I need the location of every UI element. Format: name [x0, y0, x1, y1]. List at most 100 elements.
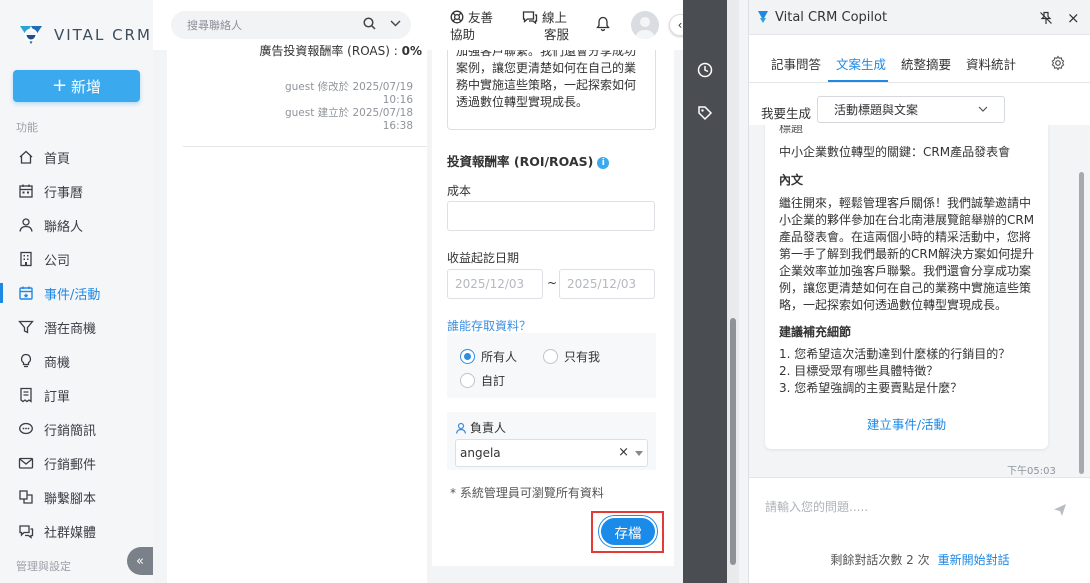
date-separator: ~ — [547, 276, 558, 290]
chevron-down-icon — [978, 106, 988, 112]
search-icon[interactable] — [363, 17, 376, 30]
sidebar-item-7[interactable]: 商機 — [0, 344, 153, 378]
sidebar-item-label: 事件/活動 — [44, 287, 101, 303]
cost-input[interactable] — [447, 201, 655, 231]
double-chevron-left-icon: « — [136, 553, 144, 569]
created-by: guest 建立於 2025/07/18 — [284, 107, 413, 119]
chat-area: 標題 中小企業數位轉型的關鍵：CRM產品發表會 內文 繼往開來，輕鬆管理客戶關係… — [749, 125, 1090, 477]
sidebar-item-label: 社群媒體 — [44, 525, 97, 541]
generate-type-select[interactable]: 活動標題與文案 — [817, 96, 1005, 123]
funnel-icon — [18, 319, 34, 335]
sidebar-item-11[interactable]: 聯繫腳本 — [0, 480, 153, 514]
sidebar-item-12[interactable]: 社群媒體 — [0, 514, 153, 548]
chevron-left-icon: ‹ — [677, 18, 683, 32]
owner-value: angela — [460, 446, 501, 460]
gear-icon[interactable] — [1050, 55, 1066, 71]
add-new-button[interactable]: + 新增 — [13, 70, 140, 102]
radio-everyone[interactable]: 所有人 — [460, 348, 517, 365]
description-text: 加強客戶聯繫。我們還會分享成功 案例，讓您更清楚如何在自己的業 務中實施這些策略，一… — [456, 50, 647, 111]
calendar-event-icon — [18, 285, 34, 301]
created-info: guest 建立於 2025/07/18 16:38 — [285, 107, 413, 133]
sidebar-item-label: 行銷簡訊 — [44, 423, 97, 439]
description-textarea[interactable]: 加強客戶聯繫。我們還會分享成功 案例，讓您更清楚如何在自己的業 務中實施這些策略，一… — [447, 50, 656, 130]
radio-only-me[interactable]: 只有我 — [543, 348, 600, 365]
sidebar-item-10[interactable]: 行銷郵件 — [0, 446, 153, 480]
sidebar-item-label: 行銷郵件 — [44, 457, 97, 473]
send-icon[interactable] — [1053, 503, 1067, 517]
msg-suggestion-line: 2. 目標受眾有哪些具體特徵？ — [779, 364, 939, 378]
lifebuoy-icon — [450, 10, 464, 24]
clear-owner-icon[interactable]: × — [618, 445, 629, 460]
modified-by: guest 修改於 2025/07/19 — [284, 81, 413, 93]
sidebar-item-9[interactable]: 行銷簡訊 — [0, 412, 153, 446]
msg-body-line: 產品發表會。在這兩個小時的精采活動中，您將 — [779, 230, 1032, 244]
roas-value: 0% — [401, 44, 422, 58]
system-admin-note: * 系統管理員可瀏覽所有資料 — [450, 486, 604, 500]
date-start-input[interactable]: 2025/12/03 — [447, 269, 543, 299]
chevron-down-icon[interactable] — [390, 17, 401, 30]
sidebar-item-3[interactable]: 聯絡人 — [0, 208, 153, 242]
brand-name: VITAL CRM — [54, 26, 152, 44]
add-new-label: 新增 — [71, 77, 102, 96]
sidebar-item-label: 行事曆 — [44, 185, 84, 201]
ai-message-card: 標題 中小企業數位轉型的關鍵：CRM產品發表會 內文 繼往開來，輕鬆管理客戶關係… — [765, 125, 1048, 449]
search-input[interactable] — [187, 18, 367, 32]
edit-form-panel: 加強客戶聯繫。我們還會分享成功 案例，讓您更清楚如何在自己的業 務中實施這些策略，一… — [432, 50, 674, 566]
roas-summary: 廣告投資報酬率 (ROAS) : 0% — [167, 42, 422, 59]
clock-icon[interactable] — [697, 62, 713, 78]
generate-type-value: 活動標題與文案 — [834, 103, 919, 117]
friendly-assist-link[interactable]: 友善 協助 — [450, 10, 493, 42]
sidebar-item-2[interactable]: 行事曆 — [0, 174, 153, 208]
contact-search[interactable] — [171, 11, 411, 39]
brand-logo[interactable]: VITAL CRM — [16, 22, 152, 48]
bell-icon[interactable] — [596, 16, 610, 32]
info-icon[interactable]: i — [597, 157, 610, 169]
tab-copywriting[interactable]: 文案生成 — [836, 54, 886, 73]
copilot-question-input[interactable] — [765, 500, 1045, 514]
chat-support-icon — [522, 11, 538, 24]
create-event-link[interactable]: 建立事件/活動 — [765, 414, 1048, 433]
msg-title-label: 標題 — [779, 125, 804, 135]
tab-statistics[interactable]: 資料統計 — [966, 54, 1016, 73]
msg-title-text: 中小企業數位轉型的關鍵：CRM產品發表會 — [779, 145, 1011, 159]
date-end-input[interactable]: 2025/12/03 — [559, 269, 655, 299]
avatar[interactable] — [631, 11, 659, 39]
person-icon — [455, 422, 467, 434]
owner-label: 負責人 — [455, 419, 506, 436]
vital-crm-logo-icon — [20, 26, 42, 44]
tag-icon[interactable] — [697, 105, 713, 121]
description-line: 透過數位轉型實現成長。 — [456, 95, 589, 109]
copilot-footer: 剩餘對話次數 2 次重新開始對話 — [749, 551, 1090, 568]
cost-label: 成本 — [447, 184, 472, 198]
restart-conversation-link[interactable]: 重新開始對話 — [938, 553, 1010, 567]
tab-summary[interactable]: 統整摘要 — [901, 54, 951, 73]
receipt-icon — [18, 387, 34, 403]
generate-label: 我要生成 — [761, 106, 812, 121]
created-time: 16:38 — [382, 120, 413, 132]
access-control-title[interactable]: 誰能存取資料？ — [447, 317, 531, 334]
unpin-icon[interactable] — [1039, 11, 1053, 25]
page-scrollbar-thumb[interactable] — [730, 318, 736, 565]
msg-body-line: 略，一起探索如何透過數位轉型實現成長。 — [779, 298, 1008, 312]
sidebar-item-4[interactable]: 公司 — [0, 242, 153, 276]
copilot-logo-icon — [758, 11, 768, 23]
radio-only-me-label: 只有我 — [564, 350, 601, 364]
close-icon[interactable]: × — [1067, 9, 1080, 27]
sidebar-item-8[interactable]: 訂單 — [0, 378, 153, 412]
sidebar-item-label: 訂單 — [44, 389, 71, 405]
sidebar-item-label: 聯絡人 — [44, 219, 84, 235]
copilot-scrollbar[interactable] — [1079, 172, 1084, 474]
sidebar: VITAL CRM + 新增 功能 首頁 行事曆 聯絡人 公司 事件/活動 潛在商機 商機訂… — [0, 0, 153, 583]
collapse-sidebar-button[interactable]: « — [127, 547, 153, 575]
radio-custom[interactable]: 自訂 — [460, 372, 505, 389]
sidebar-item-1[interactable]: 首頁 — [0, 140, 153, 174]
sidebar-item-5[interactable]: 事件/活動 — [0, 276, 153, 310]
save-button[interactable]: 存檔 — [599, 516, 657, 547]
sidebar-item-label: 公司 — [44, 253, 71, 269]
tab-notes-qa[interactable]: 記事問答 — [771, 54, 821, 73]
message-timestamp: 下午05:03 — [1007, 466, 1056, 477]
owner-select[interactable]: angela × — [455, 439, 648, 467]
building-icon — [18, 251, 34, 267]
online-support-link[interactable]: 線上 客服 — [522, 10, 569, 42]
sidebar-item-6[interactable]: 潛在商機 — [0, 310, 153, 344]
